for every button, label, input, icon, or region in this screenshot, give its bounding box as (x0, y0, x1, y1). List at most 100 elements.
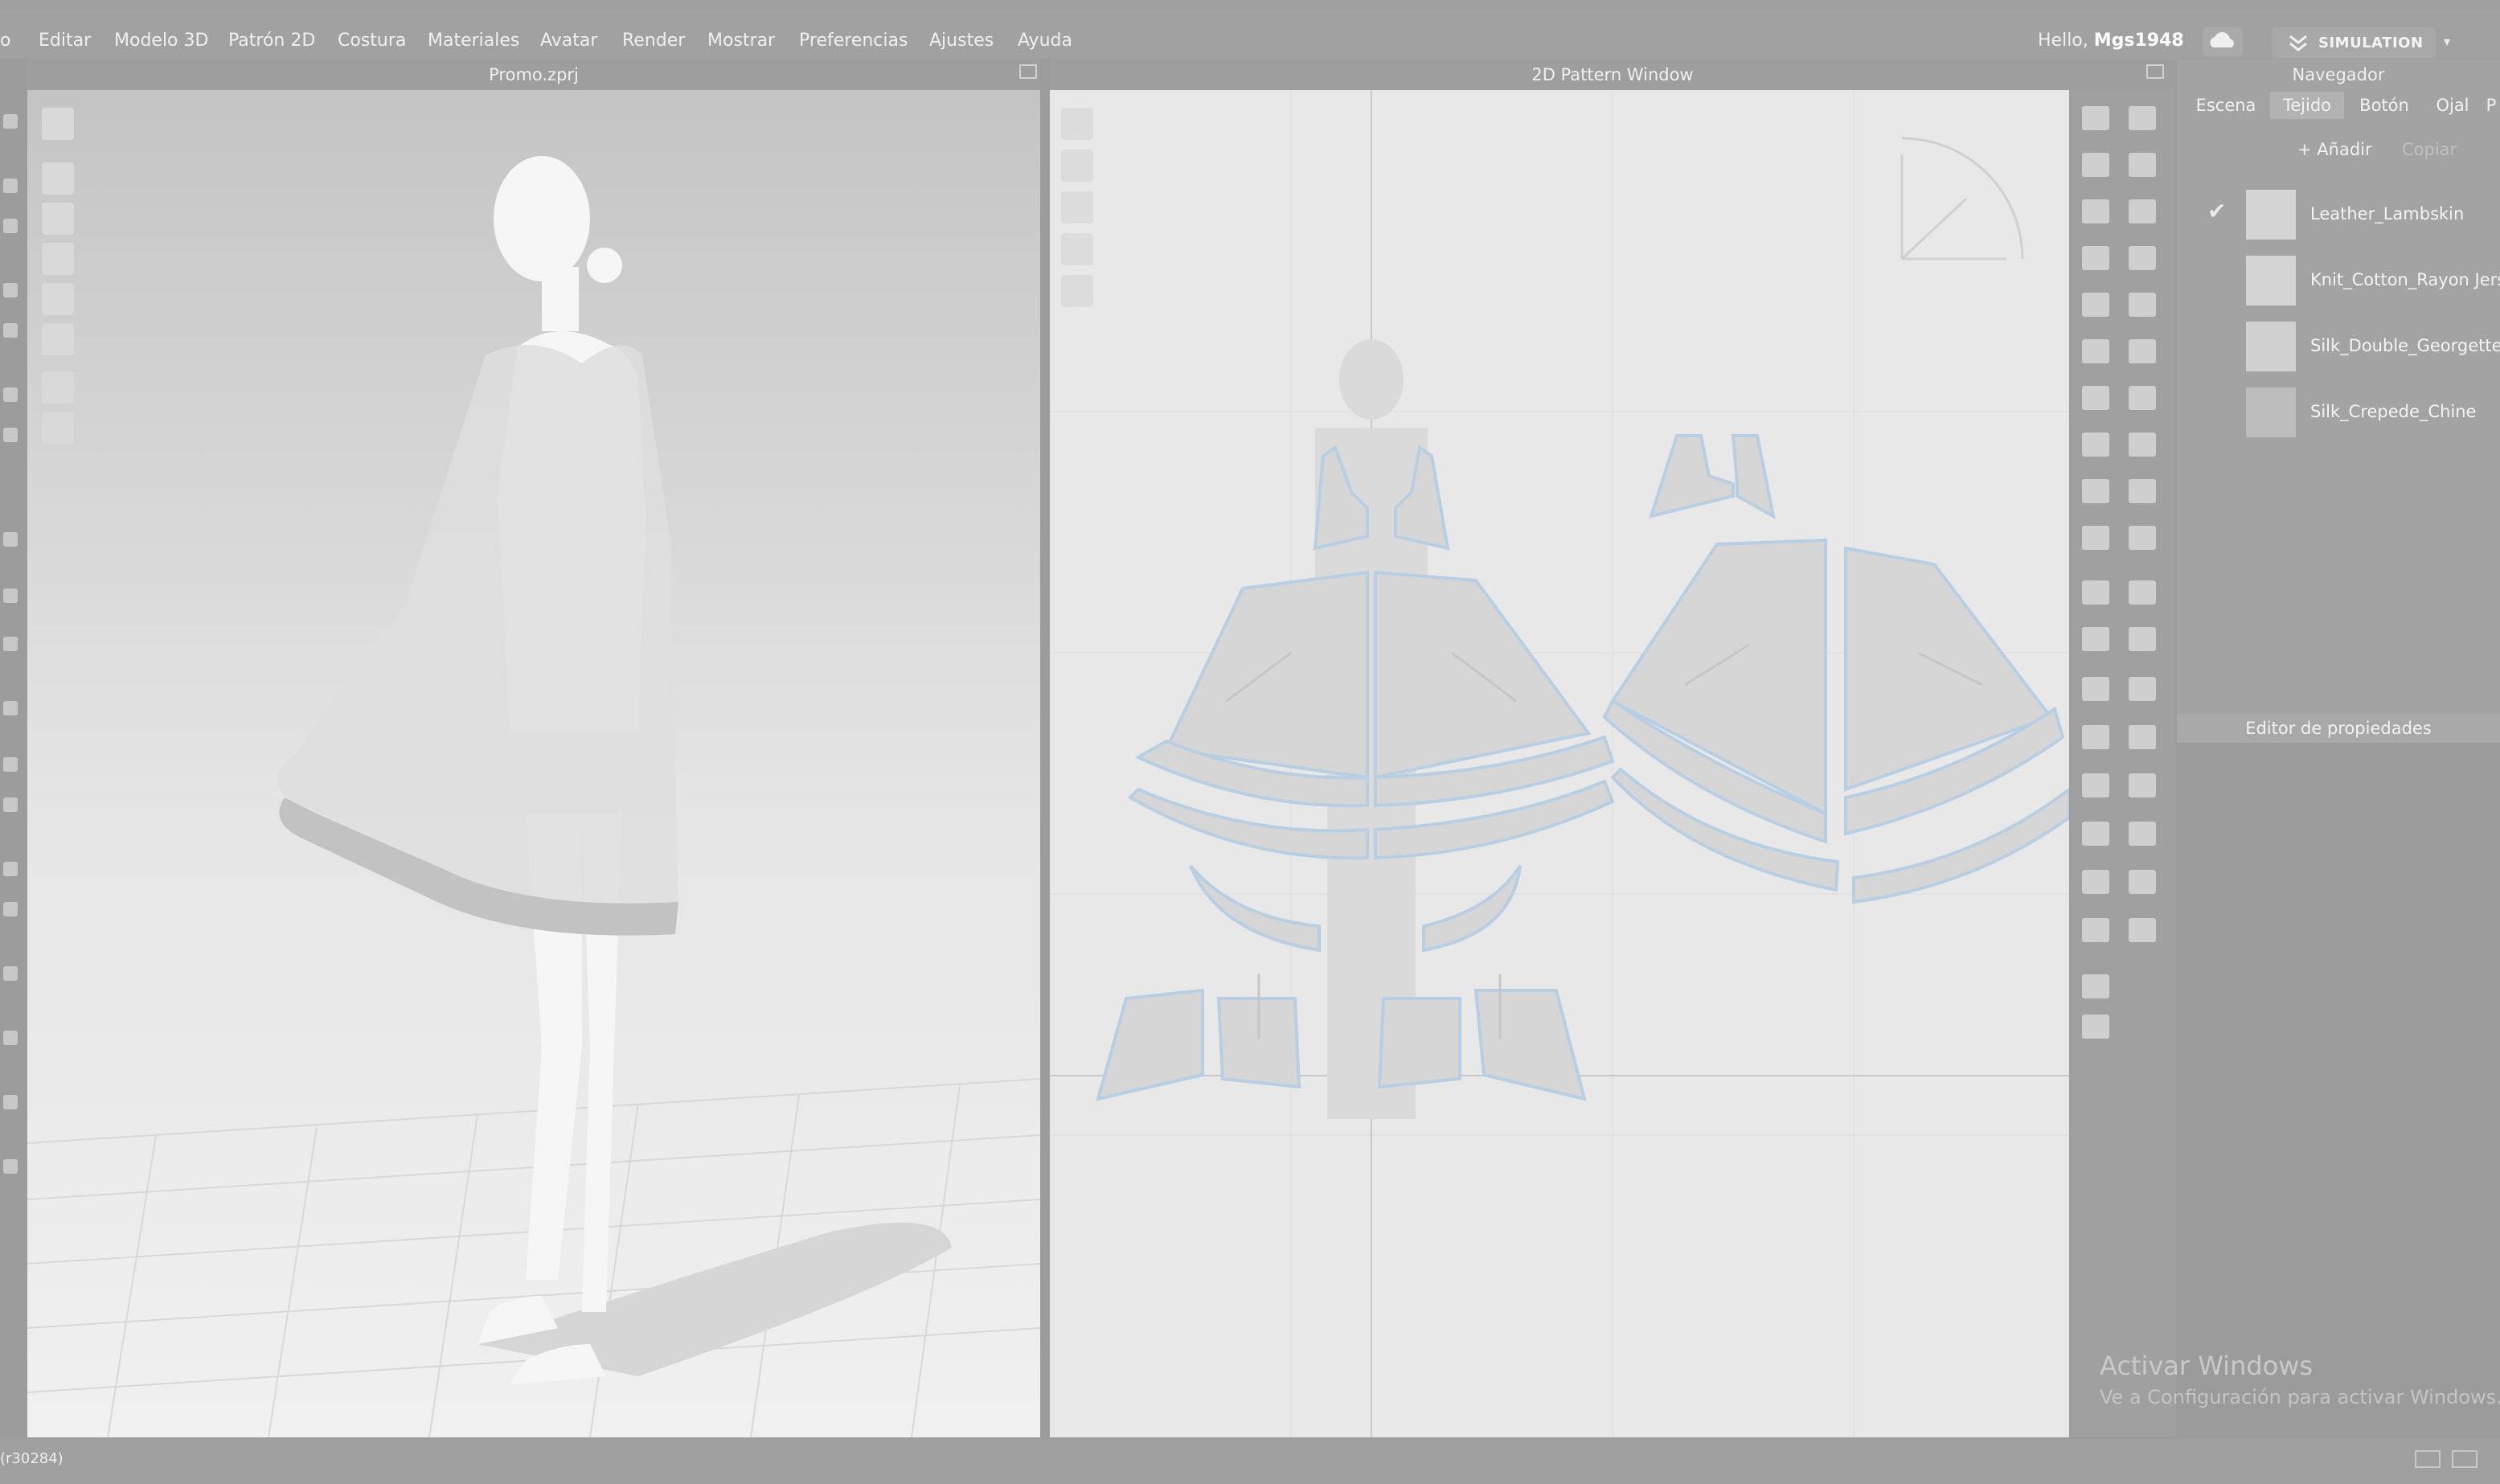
tool-icon[interactable] (3, 178, 18, 193)
pattern-tool-icon[interactable] (1061, 233, 1093, 265)
tool-icon[interactable] (2082, 106, 2109, 130)
tool-icon[interactable] (3, 323, 18, 338)
tool-icon[interactable] (2129, 870, 2156, 894)
split-view-icon[interactable] (2452, 1450, 2477, 1468)
pattern-tool-icon[interactable] (1061, 108, 1093, 140)
tool-icon[interactable] (3, 283, 18, 297)
tool-icon[interactable] (2082, 773, 2109, 797)
tool-icon[interactable] (2082, 432, 2109, 457)
tool-icon[interactable] (3, 637, 18, 651)
pattern-tool-icon[interactable] (1061, 150, 1093, 182)
menu-modelo-3d[interactable]: Modelo 3D (114, 31, 208, 51)
tool-icon[interactable] (2129, 773, 2156, 797)
tool-icon[interactable] (2129, 432, 2156, 457)
tool-icon[interactable] (2129, 627, 2156, 651)
tool-icon[interactable] (2129, 386, 2156, 410)
tool-icon[interactable] (2129, 479, 2156, 503)
tool-icon[interactable] (3, 966, 18, 981)
chevron-down-icon[interactable]: ▾ (2444, 34, 2450, 49)
menu-ajustes[interactable]: Ajustes (929, 31, 994, 51)
orientation-gizmo[interactable] (1900, 137, 2024, 260)
tool-icon[interactable] (3, 219, 18, 233)
viewport-tool-icon[interactable] (42, 412, 74, 444)
tool-icon[interactable] (2082, 870, 2109, 894)
tool-icon[interactable] (2082, 627, 2109, 651)
tool-icon[interactable] (2082, 199, 2109, 223)
fabric-item[interactable]: Silk_Crepede_Chine (2177, 386, 2500, 442)
tool-icon[interactable] (3, 1095, 18, 1109)
float-window-icon[interactable] (1019, 64, 1037, 79)
menu-costura[interactable]: Costura (338, 31, 406, 51)
tool-icon[interactable] (3, 862, 18, 876)
dress-body[interactable] (278, 345, 678, 904)
tool-icon[interactable] (3, 428, 18, 442)
viewport-tool-icon[interactable] (42, 162, 74, 195)
tool-icon[interactable] (2082, 526, 2109, 550)
menu-mostrar[interactable]: Mostrar (707, 31, 775, 51)
tool-icon[interactable] (3, 114, 18, 129)
tool-icon[interactable] (3, 387, 18, 402)
3d-viewport[interactable] (27, 90, 1040, 1437)
tab-more[interactable]: P (2482, 92, 2500, 119)
tool-icon[interactable] (2082, 725, 2109, 749)
user-name[interactable]: Mgs1948 (2094, 31, 2184, 51)
tool-icon[interactable] (3, 902, 18, 916)
tool-icon[interactable] (2129, 918, 2156, 942)
tool-icon[interactable] (2082, 479, 2109, 503)
single-view-icon[interactable] (2415, 1450, 2441, 1468)
tool-icon[interactable] (2082, 386, 2109, 410)
tool-icon[interactable] (2082, 1015, 2109, 1039)
menu-editar[interactable]: Editar (39, 31, 91, 51)
tool-icon[interactable] (2129, 106, 2156, 130)
pattern-tool-icon[interactable] (1061, 191, 1093, 223)
tab-ojal[interactable]: Ojal (2424, 92, 2481, 119)
viewport-tool-icon[interactable] (42, 108, 74, 140)
tab-tejido[interactable]: Tejido (2270, 92, 2344, 119)
copy-fabric-button[interactable]: Copiar (2402, 140, 2457, 159)
tab-escena[interactable]: Escena (2182, 92, 2270, 119)
menu-materiales[interactable]: Materiales (428, 31, 519, 51)
tool-icon[interactable] (2129, 580, 2156, 605)
pattern-tool-icon[interactable] (1061, 275, 1093, 307)
add-fabric-button[interactable]: + Añadir (2297, 140, 2372, 159)
tool-icon[interactable] (2129, 725, 2156, 749)
tool-icon[interactable] (2129, 293, 2156, 317)
tool-icon[interactable] (2082, 293, 2109, 317)
viewport-tool-icon[interactable] (42, 323, 74, 355)
fabric-item[interactable]: Silk_Double_Georgette ( (2177, 320, 2500, 376)
viewport-tool-icon[interactable] (42, 203, 74, 235)
pattern-pieces[interactable] (1096, 434, 2069, 1101)
tool-icon[interactable] (2129, 246, 2156, 270)
tool-icon[interactable] (3, 701, 18, 715)
tool-icon[interactable] (2129, 339, 2156, 363)
property-editor-header[interactable]: Editor de propiedades (2177, 714, 2500, 743)
menu-render[interactable]: Render (622, 31, 685, 51)
tool-icon[interactable] (2129, 153, 2156, 177)
float-window-icon[interactable] (2146, 64, 2164, 79)
tool-icon[interactable] (2129, 822, 2156, 846)
tool-icon[interactable] (2082, 580, 2109, 605)
tool-icon[interactable] (3, 532, 18, 547)
simulation-button[interactable]: SIMULATION (2272, 27, 2436, 58)
tool-icon[interactable] (3, 1159, 18, 1174)
tool-icon[interactable] (3, 1031, 18, 1045)
viewport-tool-icon[interactable] (42, 371, 74, 404)
menu-preferencias[interactable]: Preferencias (799, 31, 908, 51)
tool-icon[interactable] (3, 757, 18, 772)
cloud-sync-button[interactable] (2203, 27, 2243, 56)
tool-icon[interactable] (2129, 199, 2156, 223)
tool-icon[interactable] (2082, 153, 2109, 177)
tool-icon[interactable] (3, 797, 18, 812)
tool-icon[interactable] (2129, 526, 2156, 550)
menu-file[interactable]: o (0, 31, 10, 51)
tool-icon[interactable] (2129, 677, 2156, 701)
menu-ayuda[interactable]: Ayuda (1018, 31, 1072, 51)
tool-icon[interactable] (2082, 339, 2109, 363)
tool-icon[interactable] (2082, 246, 2109, 270)
tool-icon[interactable] (2082, 918, 2109, 942)
viewport-tool-icon[interactable] (42, 283, 74, 315)
viewport-tool-icon[interactable] (42, 243, 74, 275)
tool-icon[interactable] (2082, 974, 2109, 998)
fabric-item[interactable]: Knit_Cotton_Rayon Jersey (2177, 254, 2500, 310)
tool-icon[interactable] (2082, 822, 2109, 846)
